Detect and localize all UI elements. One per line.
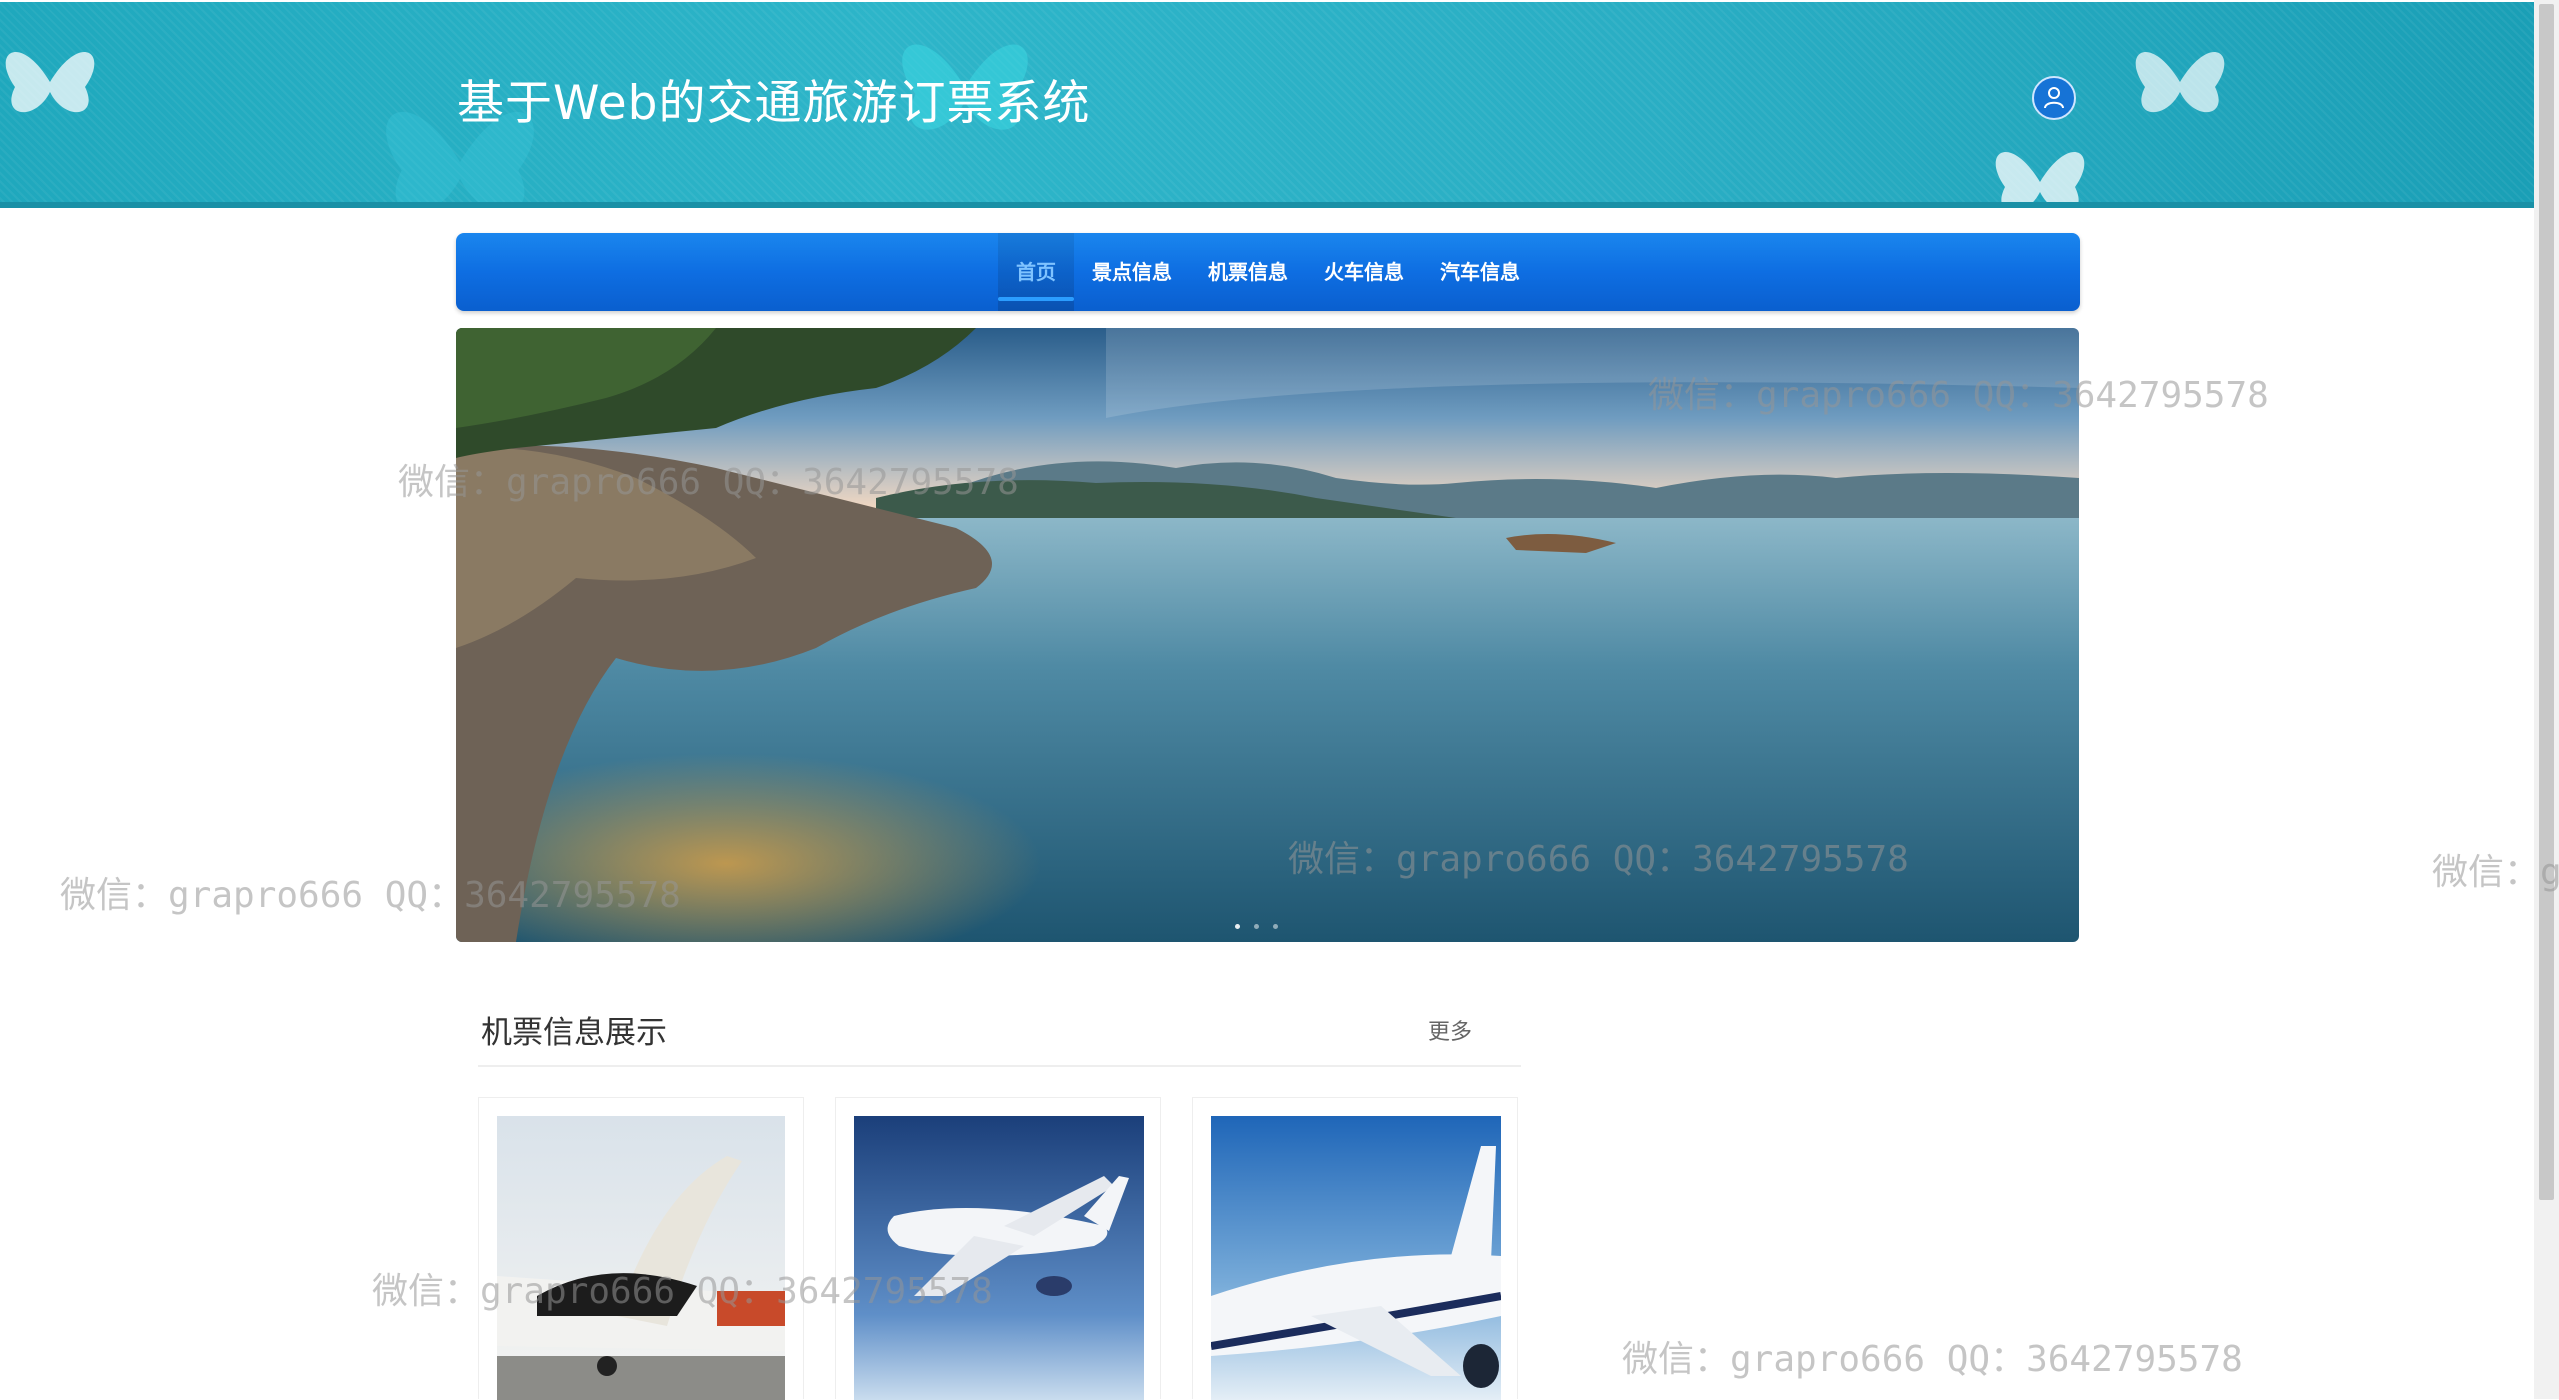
nav-items: 首页 景点信息 机票信息 火车信息 汽车信息: [998, 233, 1538, 311]
section-title: 机票信息展示: [481, 1015, 667, 1051]
butterfly-icon: [2135, 51, 2225, 113]
flight-card-image: [854, 1116, 1144, 1400]
nav-item-attractions[interactable]: 景点信息: [1074, 233, 1190, 311]
flight-card[interactable]: [478, 1097, 804, 1400]
user-icon: [2044, 87, 2064, 109]
flight-card-image: [1211, 1116, 1501, 1400]
main-nav: 首页 景点信息 机票信息 火车信息 汽车信息: [456, 233, 2080, 311]
scroll-thumb[interactable]: [2539, 4, 2554, 1200]
banner-image: [456, 328, 2079, 942]
butterfly-icon: [1995, 151, 2085, 208]
carousel-dots: [1235, 924, 1278, 929]
section-divider: [478, 1065, 1521, 1067]
user-button[interactable]: [2032, 76, 2076, 120]
page-scrollbar[interactable]: [2534, 0, 2559, 1399]
nav-item-home[interactable]: 首页: [998, 233, 1074, 311]
more-link[interactable]: 更多: [1428, 1014, 1472, 1046]
watermark: 微信：grapro666 QQ：3642795578: [1622, 1339, 2243, 1380]
site-header: 基于Web的交通旅游订票系统: [0, 2, 2534, 208]
banner-carousel[interactable]: [456, 328, 2079, 942]
nav-item-trains[interactable]: 火车信息: [1306, 233, 1422, 311]
flight-card-image: [497, 1116, 785, 1400]
flight-card[interactable]: [1192, 1097, 1518, 1400]
butterfly-icon: [5, 51, 95, 113]
carousel-dot[interactable]: [1254, 924, 1259, 929]
nav-item-buses[interactable]: 汽车信息: [1422, 233, 1538, 311]
flight-card[interactable]: [835, 1097, 1161, 1400]
nav-item-flights[interactable]: 机票信息: [1190, 233, 1306, 311]
site-title: 基于Web的交通旅游订票系统: [457, 76, 1091, 131]
carousel-dot[interactable]: [1273, 924, 1278, 929]
carousel-dot[interactable]: [1235, 924, 1240, 929]
